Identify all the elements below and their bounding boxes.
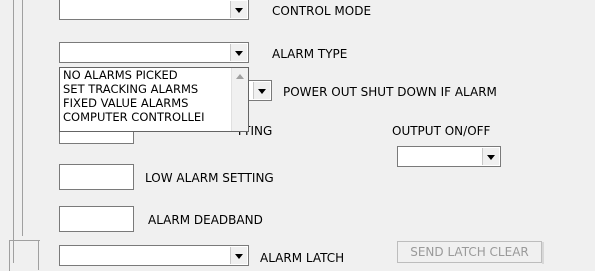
dropdown-option[interactable]: NO ALARMS PICKED (60, 68, 248, 82)
output-on-off-label: OUTPUT ON/OFF (392, 124, 491, 138)
chevron-down-icon (258, 89, 266, 94)
chevron-up-icon[interactable] (236, 74, 244, 79)
power-out-dropdown-button[interactable] (253, 82, 270, 99)
control-mode-label: CONTROL MODE (272, 4, 372, 18)
dropdown-option[interactable]: SET TRACKING ALARMS (60, 82, 248, 96)
dropdown-option[interactable]: COMPUTER CONTROLLEI (60, 110, 248, 124)
send-latch-clear-label: SEND LATCH CLEAR (410, 245, 529, 259)
alarm-deadband-input[interactable] (59, 206, 134, 232)
alarm-type-combo[interactable] (59, 42, 249, 63)
panel-divider (22, 0, 23, 236)
lower-panel-edge (9, 240, 40, 271)
output-on-off-dropdown-button[interactable] (482, 148, 499, 165)
chevron-down-icon (235, 254, 243, 259)
window-left-panel (0, 0, 14, 263)
dropdown-option[interactable]: FIXED VALUE ALARMS (60, 96, 248, 110)
lower-panel-divider (38, 240, 39, 270)
alarm-latch-dropdown-button[interactable] (230, 247, 247, 264)
alarm-type-dropdown-list[interactable]: NO ALARMS PICKED SET TRACKING ALARMS FIX… (59, 67, 249, 132)
alarm-type-label: ALARM TYPE (272, 47, 348, 61)
chevron-down-icon (235, 51, 243, 56)
power-out-shutdown-label: POWER OUT SHUT DOWN IF ALARM (283, 85, 497, 99)
control-mode-dropdown-button[interactable] (230, 1, 247, 18)
output-on-off-combo[interactable] (397, 146, 501, 167)
alarm-type-dropdown-button[interactable] (230, 44, 247, 61)
list-scrollbar[interactable] (231, 68, 248, 131)
alarm-deadband-label: ALARM DEADBAND (148, 213, 263, 227)
chevron-down-icon (487, 155, 495, 160)
control-mode-combo[interactable] (59, 0, 249, 20)
chevron-down-icon (235, 8, 243, 13)
low-alarm-setting-input[interactable] (59, 164, 134, 190)
send-latch-clear-button[interactable]: SEND LATCH CLEAR (397, 241, 544, 264)
button-edge (542, 242, 544, 264)
low-alarm-setting-label: LOW ALARM SETTING (145, 171, 274, 185)
